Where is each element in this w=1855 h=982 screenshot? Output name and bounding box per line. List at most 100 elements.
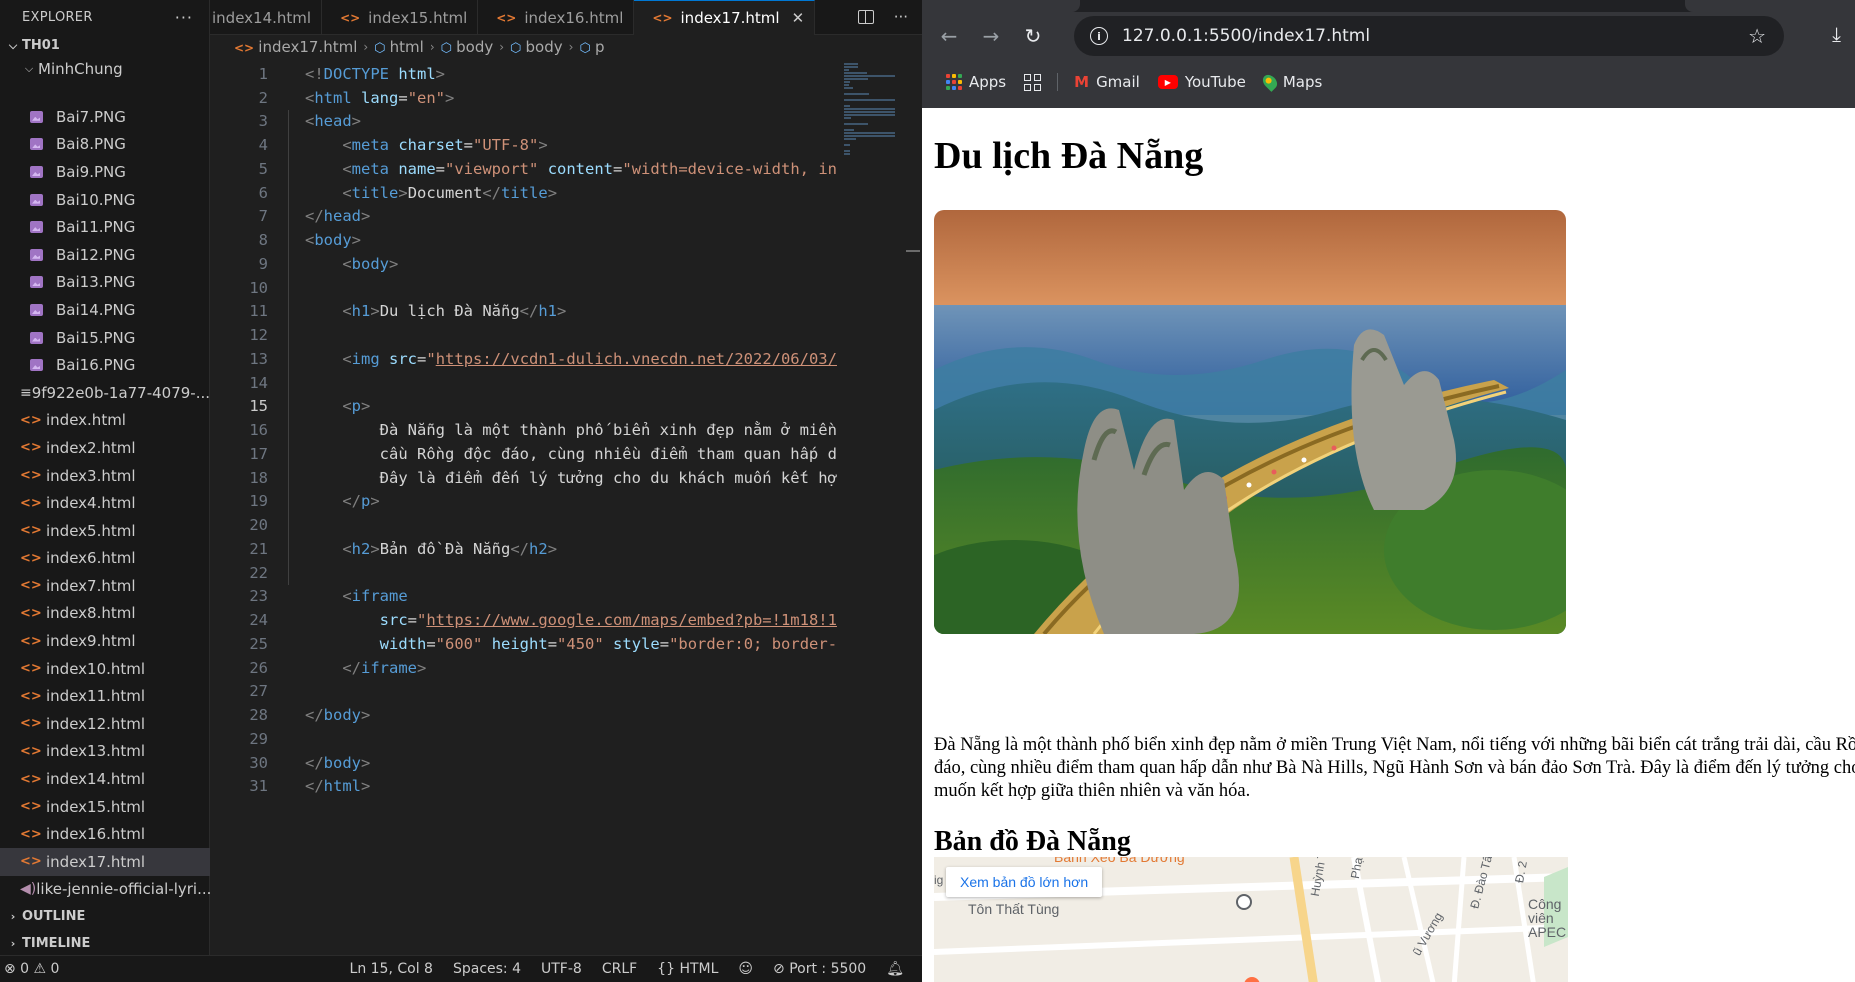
- file-label: 9f922e0b-1a77-4079-...: [31, 383, 210, 402]
- close-icon[interactable]: ✕: [792, 9, 805, 27]
- address-bar[interactable]: i 127.0.0.1:5500/index17.html ☆: [1074, 16, 1784, 56]
- breadcrumb-item[interactable]: ⬡ html: [374, 38, 424, 56]
- notifications-bell-icon[interactable]: 🔔︎: [886, 961, 904, 977]
- file-item[interactable]: <> index15.html: [0, 793, 210, 821]
- breadcrumb-label: html: [389, 38, 424, 56]
- language-mode[interactable]: {} HTML: [657, 961, 718, 977]
- timeline-section[interactable]: › TIMELINE: [0, 930, 210, 957]
- file-label: Bai13.PNG: [56, 273, 136, 292]
- more-actions-icon[interactable]: ···: [894, 8, 908, 26]
- file-item[interactable]: ≡ 9f922e0b-1a77-4079-...: [0, 379, 210, 407]
- file-item[interactable]: <> index8.html: [0, 600, 210, 628]
- file-item[interactable]: <> index10.html: [0, 655, 210, 683]
- file-item[interactable]: Bai12.PNG: [0, 241, 210, 269]
- breadcrumb-item[interactable]: <> index17.html: [234, 38, 357, 56]
- encoding[interactable]: UTF-8: [541, 961, 582, 977]
- file-item[interactable]: <> index2.html: [0, 434, 210, 462]
- bookmark-maps[interactable]: Maps: [1259, 72, 1322, 92]
- code-token: src: [379, 611, 408, 630]
- reload-icon[interactable]: ↻: [1018, 24, 1048, 48]
- bookmark-youtube[interactable]: ▶ YouTube: [1157, 73, 1246, 91]
- line-number: 9: [258, 254, 268, 273]
- code-line: 31 </html>: [210, 775, 842, 799]
- breadcrumb-item[interactable]: ⬡ body: [441, 38, 494, 56]
- copilot-icon[interactable]: ☺: [738, 961, 753, 977]
- code-editor[interactable]: 1 <!DOCTYPE html> 2 <html lang="en"> 3 <head>…: [210, 62, 842, 802]
- minimap[interactable]: [844, 62, 904, 162]
- editor-tab[interactable]: <> index15.html: [322, 0, 479, 35]
- file-item[interactable]: <> index17.html: [0, 848, 210, 876]
- file-item[interactable]: Bai8.PNG: [0, 131, 210, 159]
- code-token: <: [342, 302, 352, 321]
- file-item[interactable]: <> index.html: [0, 407, 210, 435]
- folder-minhchung[interactable]: ⌵ MinhChung: [0, 55, 210, 82]
- file-item[interactable]: Bai11.PNG: [0, 213, 210, 241]
- bookmark-apps[interactable]: Apps: [946, 73, 1006, 91]
- file-item[interactable]: <> index5.html: [0, 517, 210, 545]
- forward-arrow-icon[interactable]: →: [976, 24, 1006, 48]
- file-item[interactable]: <> index9.html: [0, 627, 210, 655]
- bookmark-star-icon[interactable]: ☆: [1748, 24, 1766, 48]
- problems-indicator[interactable]: ⊗ 0 ⚠ 0: [0, 961, 59, 977]
- file-item[interactable]: <> index13.html: [0, 738, 210, 766]
- file-item[interactable]: <> index6.html: [0, 545, 210, 573]
- file-label: Bai11.PNG: [56, 218, 136, 237]
- language-label: HTML: [679, 961, 719, 977]
- editor-scrollbar[interactable]: [906, 250, 920, 252]
- line-endings[interactable]: CRLF: [602, 961, 637, 977]
- editor-tab[interactable]: index14.html: [210, 0, 323, 35]
- download-icon[interactable]: ⤓: [1832, 22, 1841, 46]
- more-actions-icon[interactable]: ···: [175, 8, 193, 27]
- split-editor-icon[interactable]: [857, 10, 874, 24]
- outline-label: OUTLINE: [22, 909, 86, 924]
- file-item[interactable]: Bai14.PNG: [0, 296, 210, 324]
- line-number: 15: [249, 397, 268, 416]
- element-icon: ⬡: [579, 41, 595, 56]
- code-line: 8 <body>: [210, 228, 842, 252]
- outline-section[interactable]: › OUTLINE: [0, 903, 210, 930]
- bookmark-gmail[interactable]: M Gmail: [1074, 73, 1140, 91]
- editor-tab[interactable]: <> index17.html ✕: [634, 0, 816, 35]
- file-item[interactable]: ◀) like-jennie-official-lyri...: [0, 876, 210, 904]
- editor-tab[interactable]: <> index16.html: [478, 0, 635, 35]
- html-file-icon: <>: [20, 854, 42, 870]
- file-item[interactable]: Bai7.PNG: [0, 103, 210, 131]
- file-item[interactable]: <> index14.html: [0, 765, 210, 793]
- file-item[interactable]: Bai16.PNG: [0, 351, 210, 379]
- file-item[interactable]: Bai9.PNG: [0, 158, 210, 186]
- code-line: 18 Đây là điểm đến lý tưởng cho du khách…: [210, 466, 842, 490]
- html-file-icon: <>: [20, 550, 42, 566]
- file-item[interactable]: <> index12.html: [0, 710, 210, 738]
- file-item[interactable]: Bai10.PNG: [0, 186, 210, 214]
- code-token: =: [398, 88, 408, 107]
- file-label: index7.html: [46, 576, 136, 595]
- tab-groups-icon[interactable]: [1024, 73, 1042, 91]
- code-token: =: [417, 349, 427, 368]
- cursor-position[interactable]: Ln 15, Col 8: [350, 961, 433, 977]
- indentation[interactable]: Spaces: 4: [453, 961, 521, 977]
- breadcrumb-item[interactable]: ⬡ p: [579, 38, 604, 56]
- file-item[interactable]: Bai13.PNG: [0, 269, 210, 297]
- view-larger-map-button[interactable]: Xem bản đồ lớn hơn: [946, 867, 1103, 897]
- google-map-embed[interactable]: Xem bản đồ lớn hơn Tôn Thất Tùng Công vi…: [934, 857, 1568, 982]
- code-token: </: [305, 753, 324, 772]
- line-source: <!DOCTYPE html>: [268, 65, 445, 83]
- back-arrow-icon[interactable]: ←: [934, 24, 964, 48]
- file-label: Bai10.PNG: [56, 190, 136, 209]
- line-source: cầu Rồng độc đáo, cùng nhiều điểm tham q…: [268, 445, 837, 463]
- site-info-icon[interactable]: i: [1090, 27, 1108, 45]
- explorer-title: EXPLORER: [22, 10, 93, 25]
- line-source: <h2>Bản đồ Đà Nẵng</h2>: [268, 540, 557, 558]
- live-server-port[interactable]: ⊘ Port : 5500: [773, 961, 866, 977]
- file-label: index10.html: [46, 659, 146, 678]
- file-item[interactable]: <> index7.html: [0, 572, 210, 600]
- file-item[interactable]: <> index4.html: [0, 489, 210, 517]
- line-source: <html lang="en">: [268, 89, 454, 107]
- file-item[interactable]: Bai15.PNG: [0, 324, 210, 352]
- file-item[interactable]: <> index11.html: [0, 682, 210, 710]
- file-item[interactable]: <> index16.html: [0, 820, 210, 848]
- golden-bridge-image: [934, 210, 1566, 634]
- breadcrumb-item[interactable]: ⬡ body: [510, 38, 563, 56]
- file-item[interactable]: <> index3.html: [0, 462, 210, 490]
